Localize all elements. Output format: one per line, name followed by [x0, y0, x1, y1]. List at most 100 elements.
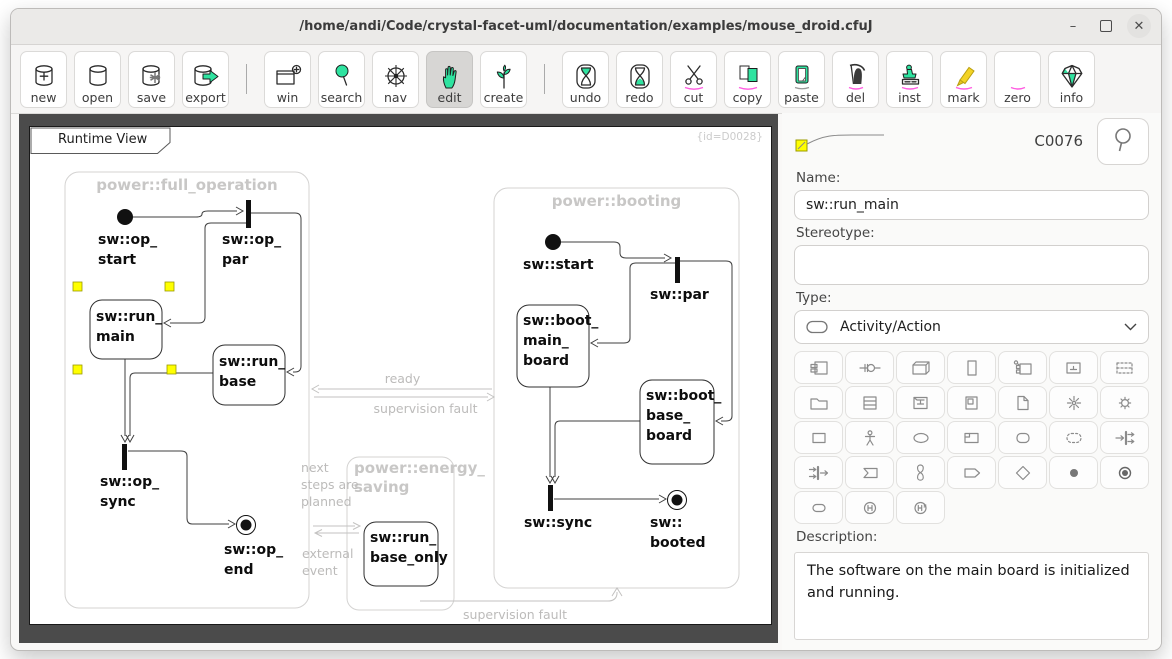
label-op-sync[interactable]: sw::op_ sync	[100, 472, 159, 512]
type-part-button[interactable]	[998, 351, 1047, 384]
label-op-start[interactable]: sw::op_ start	[98, 230, 157, 270]
type-page-overlay-button[interactable]	[947, 386, 996, 419]
type-class-button[interactable]	[947, 351, 996, 384]
name-input[interactable]	[794, 190, 1149, 220]
type-node-button[interactable]	[896, 351, 945, 384]
transition-external-event[interactable]	[313, 529, 359, 537]
mark-button[interactable]: mark	[940, 50, 987, 108]
transition-bootbase-swsync[interactable]	[550, 420, 640, 485]
type-decision-button[interactable]	[998, 456, 1047, 489]
state-sw-sync[interactable]	[548, 485, 553, 511]
transition-next-steps[interactable]	[313, 522, 362, 530]
new-button[interactable]: new	[20, 50, 67, 108]
label-sw-sync[interactable]: sw::sync	[524, 513, 592, 533]
type-burst-button[interactable]	[1049, 386, 1098, 419]
transition-supervision-fault-bottom[interactable]	[420, 587, 623, 602]
type-region-button[interactable]	[947, 421, 996, 454]
maximize-button[interactable]	[1094, 14, 1118, 38]
transition-swsync-swbooted[interactable]	[554, 494, 668, 504]
label-sw-par[interactable]: sw::par	[650, 285, 709, 305]
type-rectangle-button[interactable]	[794, 421, 843, 454]
label-run-base-only[interactable]: sw::run_ base_only	[370, 528, 448, 568]
state-sw-booted[interactable]	[667, 490, 687, 510]
type-interface-button[interactable]	[845, 351, 894, 384]
copy-button[interactable]: copy	[724, 50, 771, 108]
open-button[interactable]: open	[74, 50, 121, 108]
label-run-main[interactable]: sw::run_ main	[96, 307, 162, 347]
type-shallow-history-button[interactable]	[845, 491, 894, 524]
type-rounded-rect-button[interactable]	[998, 421, 1047, 454]
label-energy-saving[interactable]: power::energy_ saving	[354, 459, 485, 497]
label-external-event[interactable]: external event	[302, 545, 353, 579]
label-full-operation[interactable]: power::full_operation	[65, 176, 309, 195]
label-run-base[interactable]: sw::run_ base	[219, 352, 285, 392]
label-boot-main-board[interactable]: sw::boot_ main_ board	[523, 311, 598, 371]
state-sw-start[interactable]	[545, 234, 561, 250]
type-actor-button[interactable]	[845, 421, 894, 454]
label-boot-base-board[interactable]: sw::boot_ base_ board	[646, 386, 721, 446]
state-op-par[interactable]	[246, 200, 251, 228]
description-text[interactable]: The software on the main board is initia…	[794, 552, 1149, 640]
transition-bootmain-swsync[interactable]	[545, 387, 555, 485]
type-accept-event-button[interactable]	[845, 456, 894, 489]
state-op-end[interactable]	[236, 515, 256, 535]
label-sw-start[interactable]: sw::start	[523, 255, 594, 275]
win-button[interactable]: win	[264, 50, 311, 108]
label-supervision-fault-bottom[interactable]: supervision fault	[425, 606, 605, 623]
transition-opstart-oppar[interactable]	[133, 206, 245, 218]
type-fork-button[interactable]	[1100, 421, 1149, 454]
label-ready[interactable]: ready	[355, 370, 450, 387]
type-activity-button[interactable]	[794, 491, 843, 524]
label-op-end[interactable]: sw::op_ end	[224, 540, 283, 580]
minimize-button[interactable]: –	[1061, 14, 1085, 38]
type-component-button[interactable]	[794, 351, 843, 384]
undo-button[interactable]: undo	[562, 50, 609, 108]
save-button[interactable]: save	[128, 50, 175, 108]
info-button[interactable]: info	[1048, 50, 1095, 108]
type-dashed-list-button[interactable]	[1100, 351, 1149, 384]
titlebar[interactable]: /home/andi/Code/crystal-facet-uml/docume…	[11, 9, 1161, 45]
redo-button[interactable]: redo	[616, 50, 663, 108]
label-next-steps[interactable]: next steps are planned	[301, 459, 359, 510]
type-final-node-button[interactable]	[1100, 456, 1149, 489]
diagram-canvas[interactable]: Runtime View {id=D0028} power::full_oper…	[29, 126, 772, 625]
label-sw-booted[interactable]: sw:: booted	[650, 513, 705, 553]
type-dashed-rounded-rect-button[interactable]	[1049, 421, 1098, 454]
state-op-sync[interactable]	[122, 444, 127, 470]
type-page-button[interactable]	[998, 386, 1047, 419]
zero-button[interactable]: zero	[994, 50, 1041, 108]
del-button[interactable]: del	[832, 50, 879, 108]
diagram-tab-label[interactable]: Runtime View	[58, 132, 147, 147]
search-button[interactable]: search	[318, 50, 365, 108]
type-dropdown[interactable]: Activity/Action	[794, 310, 1149, 344]
nav-button[interactable]: nav	[372, 50, 419, 108]
label-supervision-fault-top[interactable]: supervision fault	[348, 400, 503, 417]
close-button[interactable]: ✕	[1127, 14, 1151, 38]
type-artifact-button[interactable]	[1049, 351, 1098, 384]
type-send-signal-button[interactable]	[947, 456, 996, 489]
label-op-par[interactable]: sw::op_ par	[222, 230, 281, 270]
cut-button[interactable]: cut	[670, 50, 717, 108]
export-button[interactable]: export	[182, 50, 229, 108]
type-folder-button[interactable]	[794, 386, 843, 419]
transition-runmain-opsync[interactable]	[120, 359, 130, 444]
transition-swpar-bootmain[interactable]	[589, 262, 675, 348]
stereotype-input[interactable]	[794, 245, 1149, 285]
type-join-button[interactable]	[794, 456, 843, 489]
inst-button[interactable]: inst	[886, 50, 933, 108]
type-timeout-button[interactable]	[896, 456, 945, 489]
type-initial-node-button[interactable]	[1049, 456, 1098, 489]
type-frame-button[interactable]	[896, 386, 945, 419]
type-ellipse-button[interactable]	[896, 421, 945, 454]
state-op-start[interactable]	[117, 209, 133, 225]
type-gear-button[interactable]	[1100, 386, 1149, 419]
state-sw-par[interactable]	[675, 257, 680, 283]
create-button[interactable]: create	[480, 50, 527, 108]
find-element-button[interactable]	[1097, 117, 1149, 165]
label-booting[interactable]: power::booting	[494, 192, 739, 211]
transition-runbase-opsync[interactable]	[125, 372, 213, 444]
type-table-button[interactable]	[845, 386, 894, 419]
paste-button[interactable]: paste	[778, 50, 825, 108]
edit-button[interactable]: edit	[426, 50, 473, 108]
type-deep-history-button[interactable]	[896, 491, 945, 524]
